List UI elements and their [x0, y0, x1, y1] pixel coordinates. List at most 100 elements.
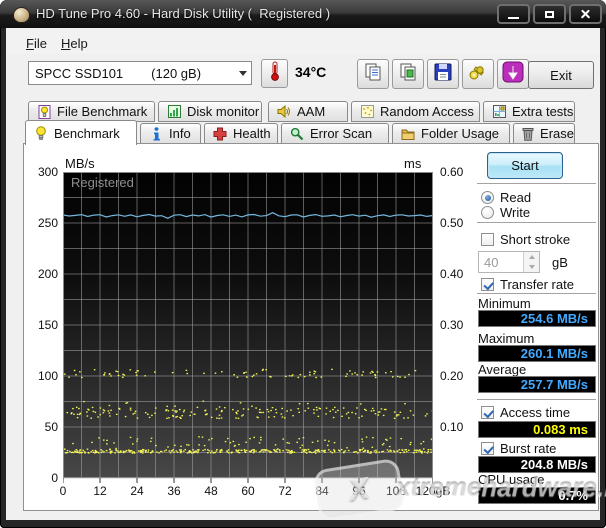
spinner-arrows[interactable] [523, 252, 539, 272]
write-radio[interactable] [481, 206, 494, 219]
download-arrow-icon [502, 61, 524, 88]
tab-aam[interactable]: AAM [268, 101, 348, 122]
axis-tick-label: 150 [24, 318, 58, 332]
minimize-icon [508, 17, 519, 19]
axis-tick-label: 250 [24, 216, 58, 230]
benchmark-icon [34, 126, 48, 140]
disk-monitor-icon [167, 105, 181, 119]
separator [477, 183, 596, 187]
maximize-icon [545, 11, 554, 18]
health-cross-icon [213, 127, 227, 141]
drive-name: SPCC SSD101 [35, 66, 123, 81]
thermometer-icon [268, 61, 282, 86]
axis-tick-label: 300 [24, 165, 58, 179]
temperature-button[interactable] [261, 59, 288, 88]
short-stroke-size-value: 40 [479, 252, 523, 272]
options-button[interactable] [462, 59, 494, 89]
app-icon [13, 7, 30, 23]
separator [477, 399, 596, 403]
copy-text-icon [363, 62, 383, 87]
axis-tick-label: 0.10 [440, 420, 463, 434]
copy-image-icon [398, 62, 418, 87]
tab-info[interactable]: Info [140, 123, 201, 144]
save-button[interactable] [427, 59, 459, 89]
trash-icon [522, 127, 534, 141]
axis-tick-label: 0.20 [440, 369, 463, 383]
separator [477, 222, 596, 226]
file-benchmark-icon [37, 105, 51, 119]
maximize-button[interactable] [533, 4, 566, 24]
menu-file[interactable]: File [22, 34, 51, 53]
start-button[interactable]: Start [487, 152, 563, 179]
maximum-value: 260.1 MB/s [478, 345, 596, 362]
benchmark-chart [63, 172, 433, 484]
spin-up-icon [529, 255, 535, 259]
access-time-checkbox[interactable] [481, 406, 494, 419]
right-axis-unit: ms [404, 156, 421, 171]
registered-watermark: Registered [71, 175, 134, 190]
menu-help[interactable]: Help [57, 34, 92, 53]
tab-folder-usage[interactable]: Folder Usage [392, 123, 510, 144]
tab-disk-monitor[interactable]: Disk monitor [158, 101, 262, 122]
menu-bar [6, 30, 600, 54]
info-icon [149, 127, 163, 141]
title-bar: HD Tune Pro 4.60 - Hard Disk Utility ( R… [0, 0, 606, 28]
chevron-down-icon [239, 71, 247, 76]
axis-tick-label: 0.30 [440, 318, 463, 332]
hdtune-window: HD Tune Pro 4.60 - Hard Disk Utility ( R… [0, 0, 606, 528]
drive-capacity: (120 gB) [151, 66, 201, 81]
tab-extra-tests[interactable]: Extra tests [483, 101, 575, 122]
access-time-value: 0.083 ms [478, 421, 596, 438]
average-label: Average [478, 362, 526, 377]
tab-health[interactable]: Health [204, 123, 278, 144]
extra-tests-icon [492, 105, 506, 119]
folder-icon [401, 127, 415, 141]
axis-tick-label: 0.40 [440, 267, 463, 281]
short-stroke-checkbox[interactable] [481, 233, 494, 246]
minimize-button[interactable] [497, 4, 530, 24]
axis-tick-label: 0 [24, 471, 58, 485]
write-label: Write [500, 205, 530, 220]
short-stroke-size-spinner[interactable]: 40 [478, 251, 540, 273]
update-button[interactable] [497, 59, 529, 89]
left-axis-unit: MB/s [65, 156, 95, 171]
keys-icon [468, 62, 488, 87]
burst-rate-checkbox[interactable] [481, 442, 494, 455]
copy-text-button[interactable] [357, 59, 389, 89]
copy-image-button[interactable] [392, 59, 424, 89]
minimum-label: Minimum [478, 296, 531, 311]
close-icon [580, 9, 591, 20]
transfer-rate-label: Transfer rate [500, 277, 574, 292]
close-button[interactable] [569, 4, 602, 24]
tab-error-scan[interactable]: Error Scan [281, 123, 389, 144]
burst-rate-value: 204.8 MB/s [478, 456, 596, 473]
cpu-usage-value: 0.7% [478, 487, 596, 504]
tab-erase[interactable]: Erase [513, 123, 575, 144]
axis-tick-label: 120gB [411, 484, 455, 498]
exit-button[interactable]: Exit [528, 61, 594, 89]
short-stroke-label: Short stroke [500, 232, 570, 247]
transfer-rate-checkbox[interactable] [481, 278, 494, 291]
drive-select-dropdown[interactable]: SPCC SSD101 (120 gB) [28, 61, 252, 85]
tab-benchmark[interactable]: Benchmark [25, 120, 137, 145]
tab-file-benchmark[interactable]: File Benchmark [28, 101, 155, 122]
burst-rate-label: Burst rate [500, 441, 556, 456]
maximum-label: Maximum [478, 331, 534, 346]
average-value: 257.7 MB/s [478, 376, 596, 393]
cpu-usage-label: CPU usage [478, 472, 544, 487]
tab-random-access[interactable]: Random Access [351, 101, 480, 122]
axis-tick-label: 50 [24, 420, 58, 434]
save-icon [433, 62, 453, 87]
read-radio[interactable] [481, 191, 494, 204]
axis-tick-label: 0.50 [440, 216, 463, 230]
minimum-value: 254.6 MB/s [478, 310, 596, 327]
temperature-value: 34°C [295, 64, 326, 80]
axis-tick-label: 0.60 [440, 165, 463, 179]
spin-down-icon [529, 265, 535, 269]
speaker-icon [277, 105, 291, 119]
axis-tick-label: 100 [24, 369, 58, 383]
random-access-icon [360, 105, 374, 119]
axis-tick-label: 200 [24, 267, 58, 281]
read-label: Read [500, 190, 531, 205]
access-time-label: Access time [500, 405, 570, 420]
